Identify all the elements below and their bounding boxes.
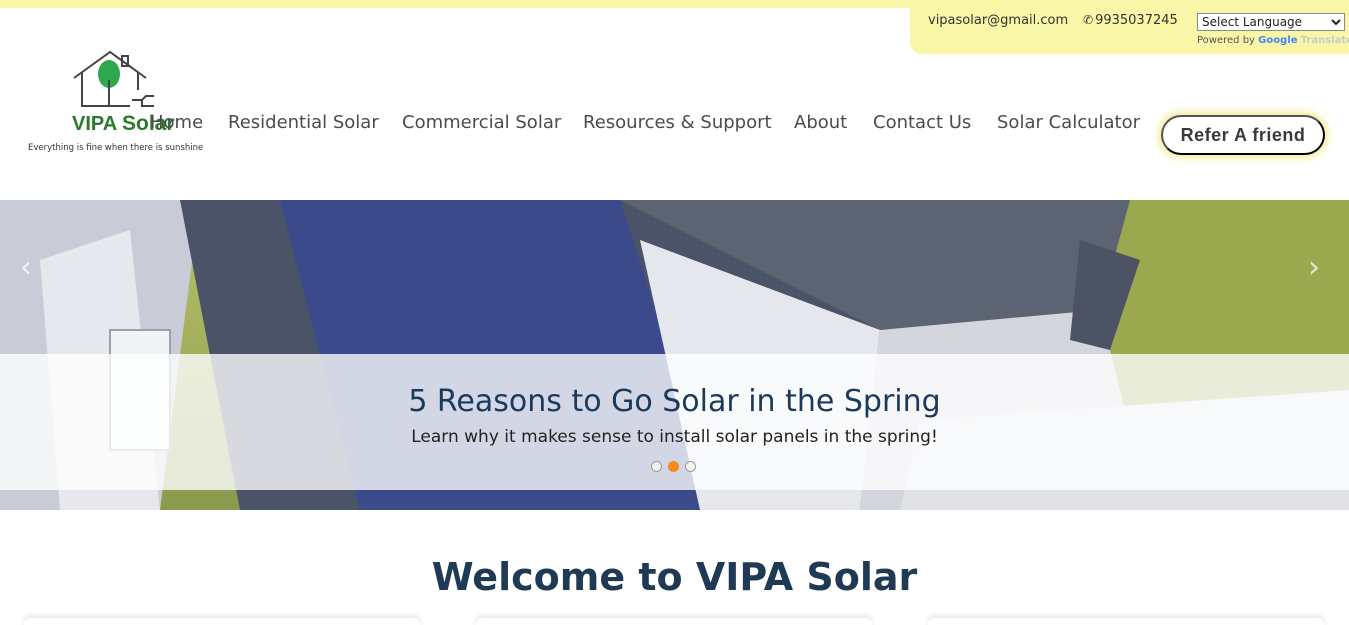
carousel-indicators xyxy=(651,461,696,472)
house-plug-icon xyxy=(73,50,154,107)
carousel-dot-3[interactable] xyxy=(685,461,696,472)
translate-link[interactable]: Translate xyxy=(1301,35,1349,46)
nav-item-residential-solar[interactable]: Residential Solar xyxy=(228,112,379,133)
contact-phone-number: 9935037245 xyxy=(1095,13,1178,28)
logo-tagline: Everything is fine when there is sunshin… xyxy=(28,143,204,153)
language-select[interactable]: Select Language xyxy=(1197,13,1345,31)
feature-card-1 xyxy=(24,618,420,625)
nav-item-contact-us[interactable]: Contact Us xyxy=(873,112,971,133)
phone-icon: ✆ xyxy=(1083,13,1094,27)
feature-card-2 xyxy=(476,618,872,625)
powered-by-google: Powered by Google Translate xyxy=(1197,35,1349,46)
nav-item-commercial-solar[interactable]: Commercial Solar xyxy=(402,112,561,133)
hero-caption: 5 Reasons to Go Solar in the Spring Lear… xyxy=(0,354,1349,490)
carousel-prev-icon[interactable]: ‹ xyxy=(20,250,32,285)
carousel-dot-2[interactable] xyxy=(668,461,679,472)
nav-item-resources-support[interactable]: Resources & Support xyxy=(583,112,772,133)
hero-subtitle: Learn why it makes sense to install sola… xyxy=(411,427,938,447)
carousel-dot-1[interactable] xyxy=(651,461,662,472)
carousel-next-icon[interactable]: › xyxy=(1308,250,1320,285)
google-logo: Google xyxy=(1258,35,1297,46)
contact-bar: vipasolar@gmail.com ✆ 9935037245 Select L… xyxy=(910,8,1349,54)
nav-item-about[interactable]: About xyxy=(794,112,847,133)
powered-by-label: Powered by xyxy=(1197,35,1255,46)
contact-phone-link[interactable]: ✆ 9935037245 xyxy=(1083,13,1178,28)
site-logo[interactable]: VIPA Solar Everything is fine when there… xyxy=(28,50,208,160)
nav-item-home[interactable]: Home xyxy=(150,112,203,133)
nav-item-solar-calculator[interactable]: Solar Calculator xyxy=(997,112,1140,133)
google-logo-text: Google xyxy=(1258,35,1298,46)
hero-title: 5 Reasons to Go Solar in the Spring xyxy=(408,384,941,419)
welcome-heading: Welcome to VIPA Solar xyxy=(431,555,918,599)
refer-a-friend-button[interactable]: Refer A friend xyxy=(1161,115,1325,155)
top-strip xyxy=(0,0,1349,8)
feature-card-3 xyxy=(928,618,1324,625)
contact-email-link[interactable]: vipasolar@gmail.com xyxy=(928,13,1068,28)
logo-name-part1: VIPA xyxy=(72,113,117,135)
